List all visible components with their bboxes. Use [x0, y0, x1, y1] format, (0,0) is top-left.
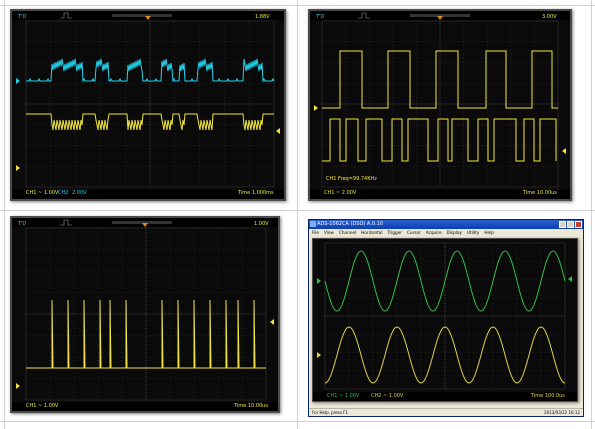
- menu-item-horizontal[interactable]: Horizontal: [361, 229, 382, 237]
- close-icon[interactable]: [575, 221, 582, 228]
- waveform-display-1: T'D 1.88V CH1 ~ 1.00V CH2 2.00V Time 1.0…: [12, 11, 284, 199]
- trigger-level: 1.00V: [254, 221, 269, 227]
- status-label: T'D: [17, 221, 26, 227]
- menu-item-view[interactable]: View: [324, 229, 334, 237]
- screen-background: [12, 11, 284, 199]
- menu-item-trigger[interactable]: Trigger: [388, 229, 402, 237]
- trigger-level: 1.88V: [255, 14, 270, 20]
- window-controls: [559, 221, 582, 228]
- timebase: Time 10.00us: [233, 403, 268, 409]
- menu-bar: File View Channel Horizontal Trigger Cur…: [309, 229, 583, 237]
- minimize-icon[interactable]: [559, 221, 566, 228]
- trigger-level: 3.00V: [542, 14, 557, 20]
- ch1-scale: CH1 ~ 1.00V: [26, 403, 59, 409]
- memory-bar: [112, 14, 172, 17]
- menu-item-display[interactable]: Display: [447, 229, 462, 237]
- window-title-bar[interactable]: ADS-1062CA (DSO) A.0.10: [309, 220, 583, 229]
- waveform-display-3: T'D 1.00V CH1 ~ 1.00V Time 10.00us: [12, 218, 278, 411]
- menu-item-file[interactable]: File: [312, 229, 319, 237]
- ch1-scale: CH1 ~ 1.00V: [327, 393, 360, 399]
- status-datetime: 2013/03/22 16:12: [544, 410, 580, 415]
- scope-screen-3: T'D 1.00V CH1 ~ 1.00V Time 10.00us: [10, 216, 280, 413]
- status-label: T'D: [315, 14, 324, 20]
- status-help-text: For Help, press F1: [312, 410, 349, 415]
- menu-item-help[interactable]: Help: [484, 229, 494, 237]
- grid-line: [591, 0, 592, 429]
- ch2-scale: CH2: [58, 190, 68, 196]
- memory-bar: [112, 221, 172, 224]
- waveform-display-2: T'D 3.00V CH1 ~ 2.00V CH1 Freq=99.74KHz …: [310, 11, 570, 199]
- pc-scope-screen: CH1 ~ 1.00V CH2 ~ 1.00V Time 100.0us: [312, 238, 578, 402]
- status-label: T'D: [17, 14, 26, 20]
- timebase: Time 1.000ms: [237, 190, 274, 196]
- menu-item-utility[interactable]: Utility: [467, 229, 479, 237]
- ch2-volt: 2.00V: [72, 190, 87, 196]
- frequency-readout: CH1 Freq=99.74KHz: [326, 176, 377, 182]
- grid-line: [4, 0, 5, 429]
- menu-item-acquire[interactable]: Acquire: [426, 229, 442, 237]
- maximize-icon[interactable]: [567, 221, 574, 228]
- window-title: ADS-1062CA (DSO) A.0.10: [317, 221, 383, 227]
- ch2-scale: CH2 ~ 1.00V: [371, 393, 404, 399]
- scope-screen-1: T'D 1.88V CH1 ~ 1.00V CH2 2.00V Time 1.0…: [10, 9, 286, 201]
- ch1-scale: CH1 ~ 2.00V: [324, 190, 357, 196]
- app-icon: [310, 221, 316, 227]
- ch1-scale: CH1 ~ 1.00V: [26, 190, 59, 196]
- status-bar: For Help, press F1 2013/03/22 16:12: [309, 408, 583, 416]
- timebase: Time 100.0us: [530, 393, 565, 399]
- waveform-display-4: CH1 ~ 1.00V CH2 ~ 1.00V Time 100.0us: [313, 239, 577, 401]
- scope-screen-2: T'D 3.00V CH1 ~ 2.00V CH1 Freq=99.74KHz …: [308, 9, 572, 201]
- grid-line: [297, 0, 298, 429]
- timebase: Time 10.00us: [522, 190, 557, 196]
- pc-software-window: ADS-1062CA (DSO) A.0.10 File View Channe…: [308, 219, 584, 417]
- menu-item-cursor[interactable]: Cursor: [407, 229, 421, 237]
- menu-item-channel[interactable]: Channel: [339, 229, 356, 237]
